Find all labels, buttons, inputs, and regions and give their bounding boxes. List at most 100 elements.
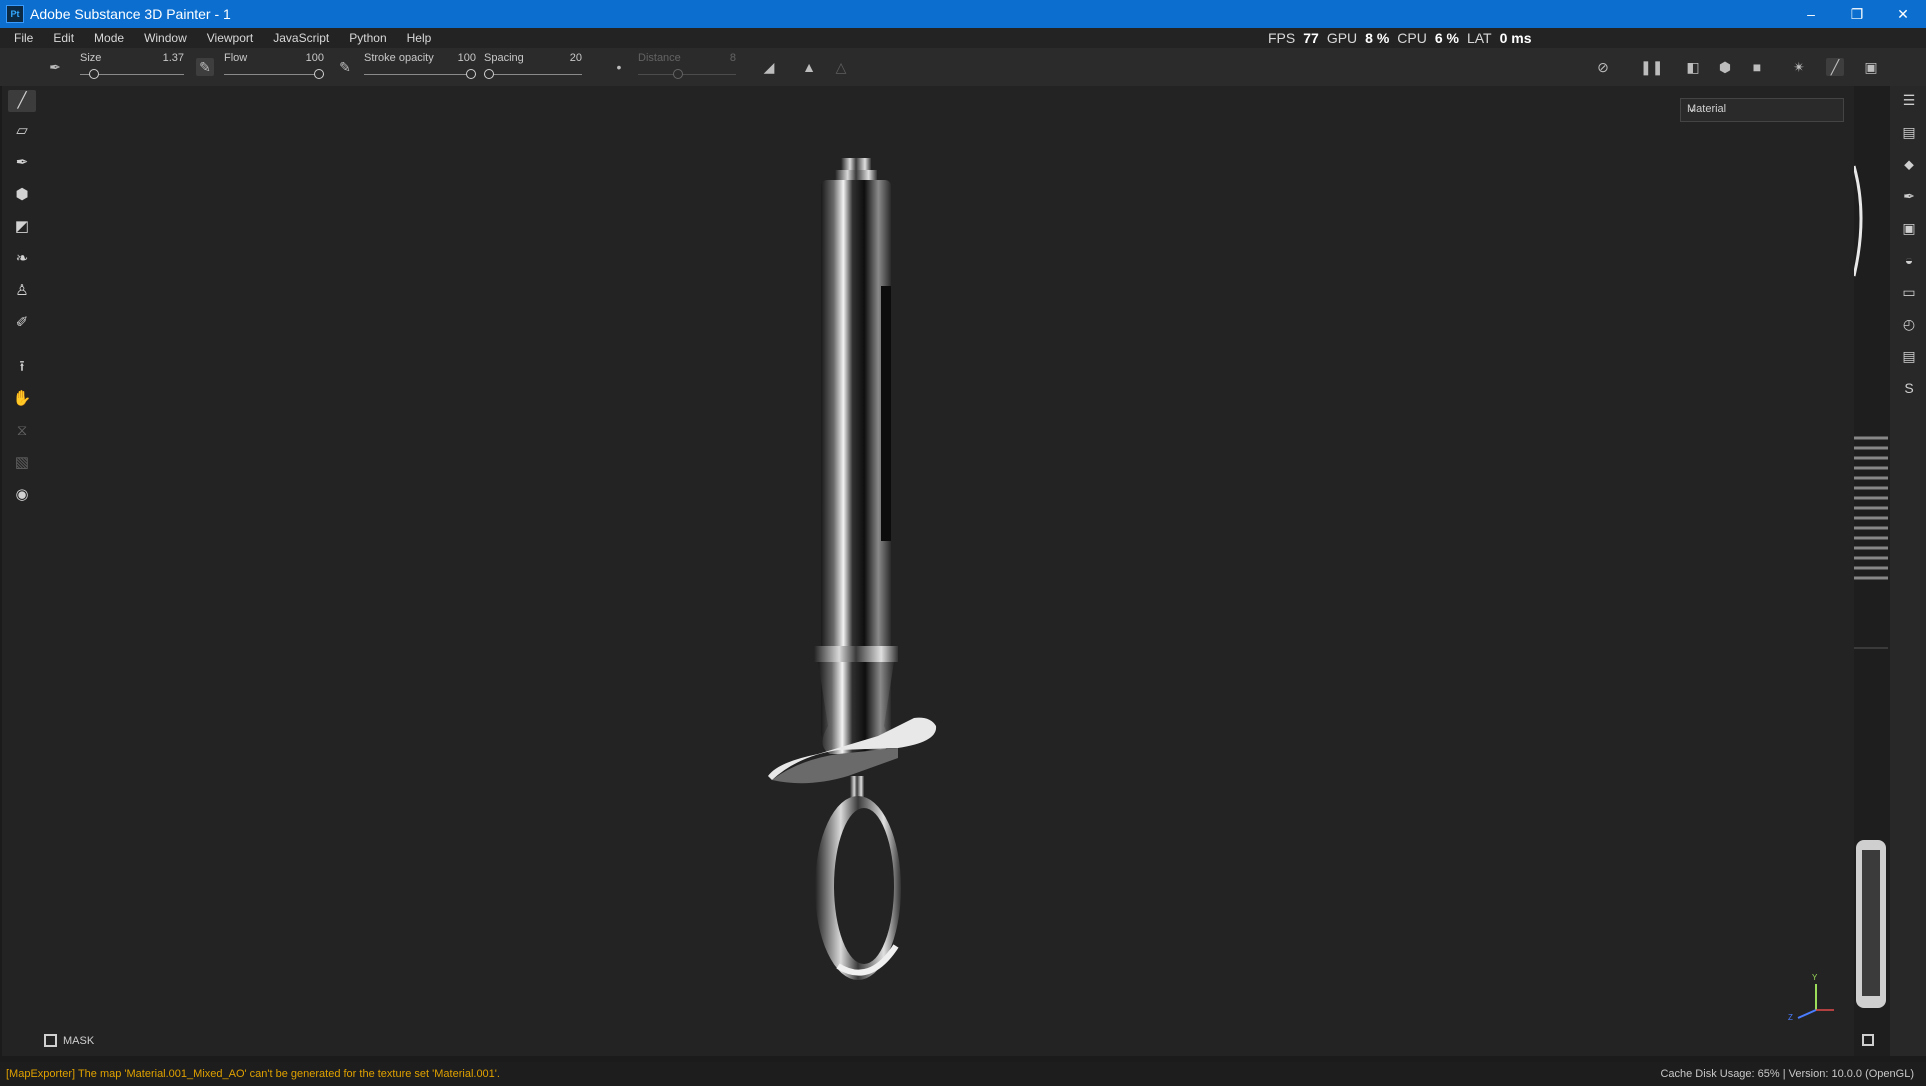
texture-set-settings-icon[interactable]: ▤: [1899, 122, 1919, 142]
stroke-opacity-label: Stroke opacity: [364, 52, 434, 64]
right-panel-bar: ☰ ▤ ⬥ ✒ ▣ ◒ ▭ ◴ ▤ S: [1890, 86, 1926, 1056]
history-icon[interactable]: ◴: [1899, 314, 1919, 334]
camera-icon[interactable]: ■: [1748, 58, 1766, 76]
layers-icon[interactable]: ⬥: [1899, 154, 1919, 174]
texture-set-list-icon[interactable]: ☰: [1899, 90, 1919, 110]
size-value: 1.37: [162, 52, 184, 64]
menu-bar: File Edit Mode Window Viewport JavaScrip…: [0, 28, 1926, 48]
chevron-down-icon: ⌄: [1687, 101, 1698, 115]
spacing-knob[interactable]: [484, 69, 494, 79]
pressure-flow-icon[interactable]: ✎: [336, 58, 354, 76]
stroke-opacity-slider[interactable]: Stroke opacity 100: [364, 52, 476, 82]
paint-brush-icon[interactable]: ╱: [8, 90, 36, 112]
gpu-value: 8 %: [1365, 30, 1390, 46]
menu-edit[interactable]: Edit: [43, 31, 84, 45]
uv-preview-render: [1852, 165, 1888, 1008]
spacing-slider[interactable]: Spacing 20: [484, 52, 582, 82]
mask-checkbox-icon[interactable]: [44, 1034, 57, 1047]
cpu-value: 6 %: [1434, 30, 1459, 46]
menu-help[interactable]: Help: [397, 31, 442, 45]
distance-label: Distance: [638, 52, 681, 64]
spacing-label: Spacing: [484, 52, 524, 64]
uv-preview-toggle-icon[interactable]: [1862, 1034, 1874, 1046]
brush-preset-icon[interactable]: ✒: [46, 58, 64, 76]
material-picker-icon[interactable]: ✋: [11, 388, 33, 410]
toggle-icon: ⧖: [16, 422, 28, 439]
close-icon[interactable]: ✕: [1880, 0, 1926, 28]
app-logo-icon: Pt: [6, 5, 24, 23]
cpu-label: CPU: [1397, 30, 1427, 46]
color-picker-icon[interactable]: ✐: [11, 312, 33, 334]
lat-label: LAT: [1466, 30, 1492, 46]
menu-file[interactable]: File: [0, 31, 43, 45]
viewport-channel-select[interactable]: Material ⌄: [1680, 98, 1844, 122]
alignment-icon[interactable]: ◢: [760, 58, 778, 76]
assets-icon[interactable]: ▭: [1899, 282, 1919, 302]
shader-settings-icon[interactable]: ◒: [1899, 250, 1919, 270]
axis-y-label: Y: [1812, 973, 1818, 982]
bake-icon[interactable]: ✴: [1790, 58, 1808, 76]
menu-python[interactable]: Python: [339, 31, 396, 45]
distance-knob: [673, 69, 684, 79]
3d-viewport[interactable]: Y Z: [38, 86, 1854, 1056]
menu-viewport[interactable]: Viewport: [197, 31, 263, 45]
substance-icon[interactable]: S: [1899, 378, 1919, 398]
pause-icon[interactable]: ❚❚: [1640, 58, 1663, 76]
tool-properties-bar: ✒ Size 1.37 ✎ Flow 100 ✎ Stroke opacity …: [0, 48, 1926, 87]
spacing-track: [484, 74, 582, 75]
stroke-opacity-knob[interactable]: [466, 69, 476, 79]
split-view-icon[interactable]: ◧: [1684, 58, 1702, 76]
smudge-icon[interactable]: ❧: [11, 248, 33, 270]
axis-z-label: Z: [1788, 1013, 1793, 1022]
display-settings-icon[interactable]: ▣: [1899, 218, 1919, 238]
properties-icon[interactable]: ✒: [1899, 186, 1919, 206]
bake-export-icon[interactable]: ⭱: [11, 356, 33, 378]
left-toolbar: ╱ ▱ ✒ ⬢ ◩ ❧ ♙ ✐ ⭱ ✋ ⧖ ▧ ◉: [2, 86, 38, 1056]
performance-readout: FPS 77 GPU 8 % CPU 6 % LAT 0 ms: [1268, 28, 1532, 48]
screenshot-camera-icon[interactable]: ▣: [1862, 58, 1880, 76]
flow-slider[interactable]: Flow 100: [224, 52, 324, 82]
minimize-icon[interactable]: –: [1788, 0, 1834, 28]
size-slider[interactable]: Size 1.37: [80, 52, 184, 82]
log-icon[interactable]: ▤: [1899, 346, 1919, 366]
flow-knob[interactable]: [314, 69, 324, 79]
size-knob[interactable]: [89, 69, 100, 79]
stroke-opacity-track: [364, 74, 476, 75]
mask-label: MASK: [63, 1034, 95, 1047]
menu-window[interactable]: Window: [134, 31, 197, 45]
title-bar: Pt Adobe Substance 3D Painter - 1 – ❐ ✕: [0, 0, 1926, 28]
lazy-mouse-icon[interactable]: •: [610, 58, 628, 76]
status-message[interactable]: [MapExporter] The map 'Material.001_Mixe…: [6, 1068, 500, 1080]
status-info: Cache Disk Usage: 65% | Version: 10.0.0 …: [1660, 1068, 1914, 1080]
ruler-icon: ▧: [14, 454, 30, 471]
polygon-fill-icon[interactable]: ⬢: [11, 184, 33, 206]
projection-icon[interactable]: ✒: [11, 152, 33, 174]
symmetry-options-icon: △: [835, 59, 847, 75]
clone-stamp-icon[interactable]: ♙: [11, 280, 33, 302]
gpu-label: GPU: [1326, 30, 1358, 46]
flow-value: 100: [305, 52, 324, 64]
flow-track: [224, 74, 324, 75]
eraser-icon[interactable]: ▱: [11, 120, 33, 142]
fps-value: 77: [1303, 30, 1319, 46]
symmetry-icon[interactable]: ▲: [800, 58, 818, 76]
axis-gizmo: Y Z: [1788, 973, 1834, 1022]
syringe-model: [768, 158, 937, 980]
mask-toggle[interactable]: MASK: [44, 1034, 94, 1047]
screenshot-icon[interactable]: ◉: [11, 484, 33, 506]
view-mode-icon[interactable]: ⬢: [1716, 58, 1734, 76]
pressure-size-icon[interactable]: ✎: [196, 58, 214, 76]
uv-preview-strip[interactable]: [1852, 86, 1890, 1056]
hide-icon[interactable]: ⊘: [1594, 58, 1612, 76]
restore-icon[interactable]: ❐: [1834, 0, 1880, 28]
window-title: Adobe Substance 3D Painter - 1: [30, 6, 231, 22]
menu-mode[interactable]: Mode: [84, 31, 134, 45]
distance-value: 8: [729, 52, 736, 64]
geometry-mask-icon[interactable]: ◩: [11, 216, 33, 238]
fps-label: FPS: [1268, 30, 1296, 46]
stroke-opacity-value: 100: [457, 52, 476, 64]
paint-mode-icon[interactable]: ╱: [1826, 58, 1844, 76]
size-label: Size: [80, 52, 102, 64]
lat-value: 0 ms: [1499, 30, 1532, 46]
menu-javascript[interactable]: JavaScript: [263, 31, 339, 45]
